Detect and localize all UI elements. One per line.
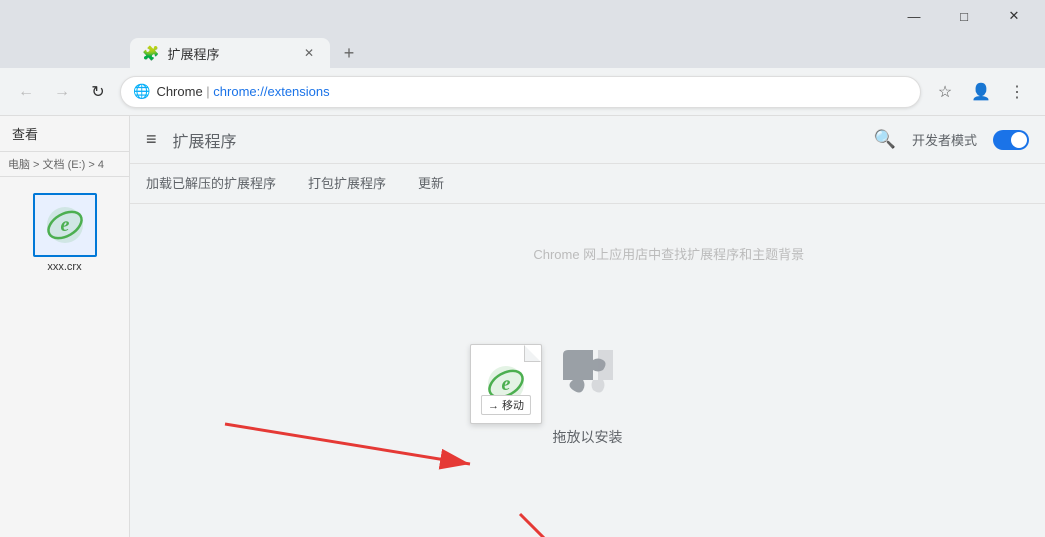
drop-zone-area: Chrome 网上应用店中查找扩展程序和主题背景 e → 移动: [130, 204, 1045, 537]
tabbar: 🧩 扩展程序 ✕ +: [0, 32, 1045, 68]
tab-title: 扩展程序: [167, 44, 292, 63]
search-icon[interactable]: 🔍: [874, 129, 896, 150]
url-path: chrome://extensions: [213, 84, 329, 99]
breadcrumb: 电脑 > 文档 (E:) > 4: [0, 152, 129, 177]
forward-button[interactable]: →: [48, 78, 76, 106]
new-tab-button[interactable]: +: [334, 38, 364, 68]
pack-extension-button[interactable]: 打包扩展程序: [308, 173, 386, 194]
refresh-button[interactable]: ↻: [84, 78, 112, 106]
crx-file-item[interactable]: e xxx.crx: [33, 193, 97, 273]
maximize-button[interactable]: □: [941, 0, 987, 32]
extensions-subnav: 加载已解压的扩展程序 打包扩展程序 更新: [130, 164, 1045, 204]
hamburger-icon[interactable]: ≡: [146, 129, 157, 150]
addressbar: ← → ↻ 🌐 Chrome | chrome://extensions ☆ 👤…: [0, 68, 1045, 116]
drop-center: 拖放以安装: [548, 335, 628, 447]
update-button[interactable]: 更新: [418, 173, 444, 194]
menu-button[interactable]: ⋮: [1001, 76, 1033, 108]
move-badge: → 移动: [481, 395, 531, 415]
dragging-file: e → 移动: [470, 344, 542, 424]
drop-label: 拖放以安装: [553, 427, 623, 447]
bookmark-button[interactable]: ☆: [929, 76, 961, 108]
sidebar-header: 查看: [0, 116, 129, 152]
back-button[interactable]: ←: [12, 78, 40, 106]
puzzle-icon: [548, 335, 628, 415]
dev-mode-toggle[interactable]: [993, 130, 1029, 150]
file-label: xxx.crx: [47, 261, 81, 273]
url-brand: Chrome: [156, 84, 202, 99]
tab-icon: 🧩: [142, 45, 159, 62]
svg-text:e: e: [60, 214, 69, 236]
file-sidebar: 查看 电脑 > 文档 (E:) > 4 e xxx.crx: [0, 116, 130, 537]
tab-close-button[interactable]: ✕: [300, 44, 318, 62]
crx-file-icon: e: [33, 193, 97, 257]
url-bar[interactable]: 🌐 Chrome | chrome://extensions: [120, 76, 921, 108]
security-icon: 🌐: [133, 83, 150, 100]
extensions-title: 扩展程序: [173, 128, 237, 152]
file-area: e xxx.crx: [0, 177, 129, 537]
ie-logo-icon: e: [43, 203, 87, 247]
drop-hint-text: Chrome 网上应用店中查找扩展程序和主题背景: [533, 244, 804, 263]
minimize-button[interactable]: —: [891, 0, 937, 32]
close-button[interactable]: ✕: [991, 0, 1037, 32]
address-actions: ☆ 👤 ⋮: [929, 76, 1033, 108]
titlebar: — □ ✕: [0, 0, 1045, 32]
extensions-page: ≡ 扩展程序 🔍 开发者模式 加载已解压的扩展程序 打包扩展程序 更新 Chro…: [130, 116, 1045, 537]
load-unpacked-button[interactable]: 加载已解压的扩展程序: [146, 173, 276, 194]
account-button[interactable]: 👤: [965, 76, 997, 108]
browser-content: 查看 电脑 > 文档 (E:) > 4 e xxx.crx ≡ 扩展程序: [0, 116, 1045, 537]
extensions-tab[interactable]: 🧩 扩展程序 ✕: [130, 38, 330, 68]
url-text: Chrome | chrome://extensions: [156, 84, 908, 99]
dev-mode-label: 开发者模式: [912, 130, 977, 149]
dragging-file-icon: e → 移动: [470, 344, 542, 424]
extensions-header: ≡ 扩展程序 🔍 开发者模式: [130, 116, 1045, 164]
svg-text:e: e: [502, 373, 511, 395]
